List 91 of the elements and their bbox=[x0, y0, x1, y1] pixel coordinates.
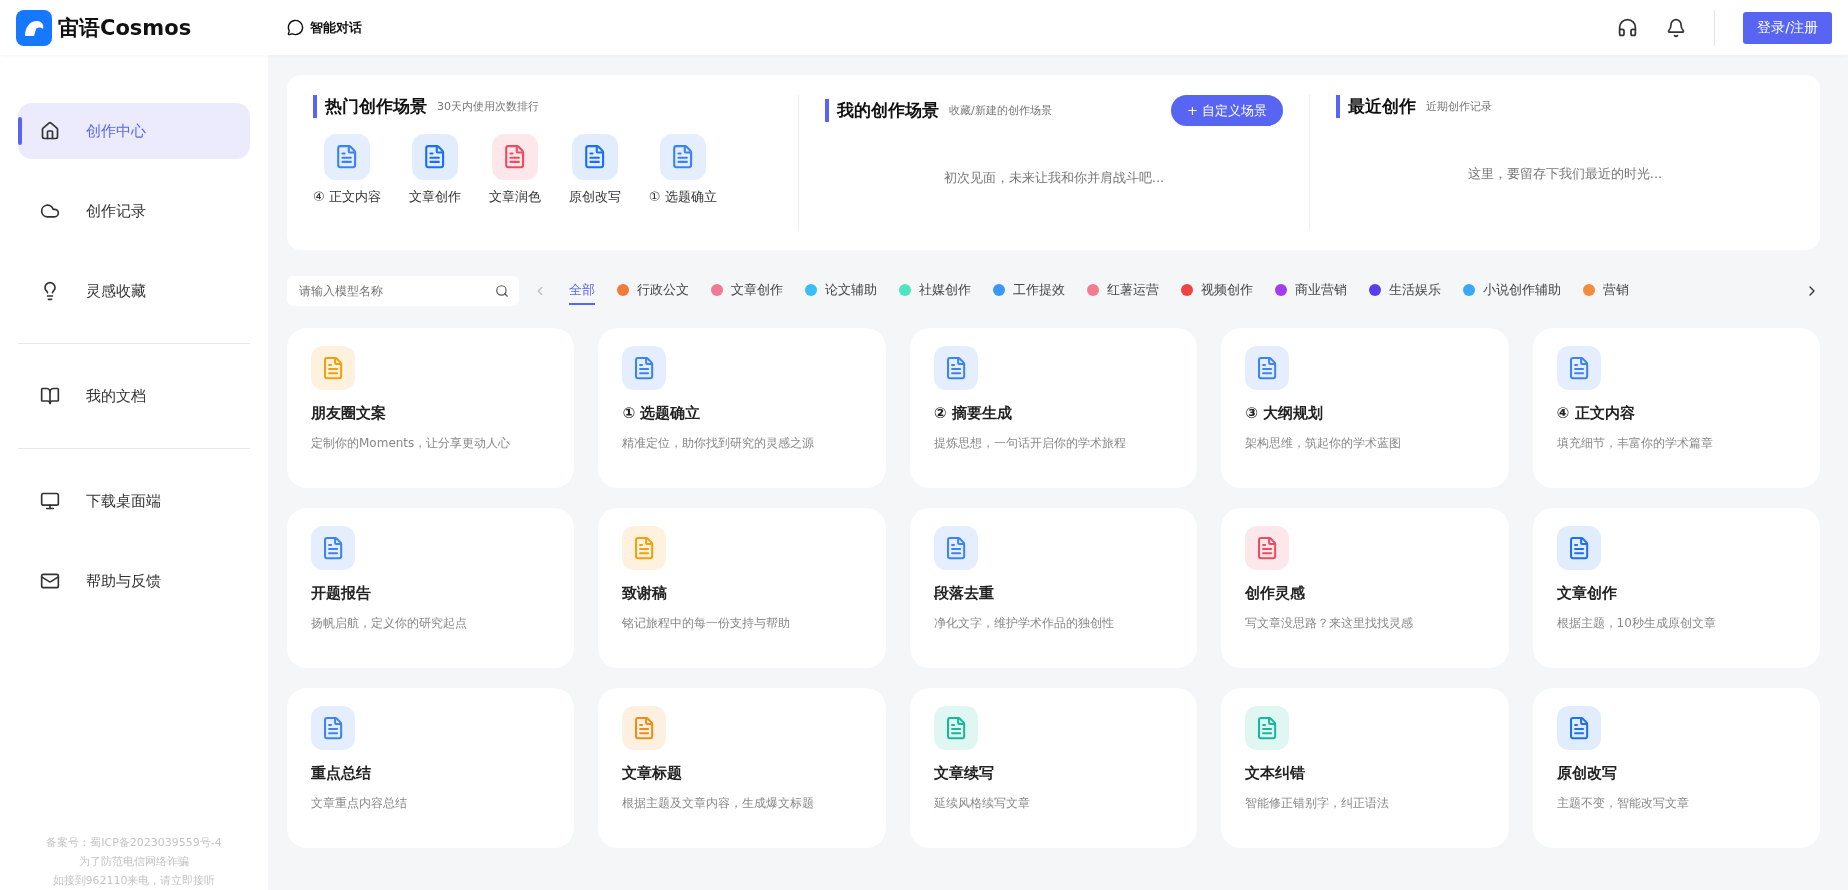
scene-card[interactable]: 致谢稿 铭记旅程中的每一份支持与帮助 bbox=[598, 508, 886, 668]
scene-shortcut[interactable]: ① 选题确立 bbox=[648, 134, 717, 206]
envelope-icon bbox=[40, 571, 60, 591]
scene-card[interactable]: 文本纠错 智能修正错别字，纠正语法 bbox=[1221, 688, 1509, 848]
home-icon bbox=[40, 121, 60, 141]
custom-scene-button[interactable]: + 自定义场景 bbox=[1170, 95, 1283, 126]
scene-card[interactable]: 文章创作 根据主题，10秒生成原创文章 bbox=[1532, 508, 1820, 668]
card-title: 朋友圈文案 bbox=[311, 404, 387, 423]
search-field[interactable]: 请输入模型名称 bbox=[287, 276, 519, 306]
card-description: 净化文字，维护学术作品的独创性 bbox=[933, 615, 1115, 632]
scene-card[interactable]: 朋友圈文案 定制你的Moments，让分享更动人心 bbox=[287, 328, 575, 488]
category-tab[interactable]: 全部 bbox=[569, 277, 595, 305]
sidebar-item[interactable]: 我的文档 bbox=[18, 368, 250, 424]
scene-card[interactable]: 原创改写 主题不变，智能改写文章 bbox=[1532, 688, 1820, 848]
scene-card[interactable]: 重点总结 文章重点内容总结 bbox=[287, 688, 575, 848]
scene-card[interactable]: ③ 大纲规划 架构思维，筑起你的学术蓝图 bbox=[1221, 328, 1509, 488]
card-title: ② 摘要生成 bbox=[933, 404, 1013, 423]
scene-card[interactable]: ② 摘要生成 提炼思想，一句话开启你的学术旅程 bbox=[909, 328, 1198, 488]
sidebar-item[interactable]: 帮助与反馈 bbox=[18, 553, 250, 609]
card-description: 定制你的Moments，让分享更动人心 bbox=[311, 435, 512, 452]
category-tab[interactable]: 红薯运营 bbox=[1087, 277, 1159, 305]
section-title: 我的创作场景 bbox=[825, 99, 939, 122]
card-title: 创作灵感 bbox=[1245, 584, 1307, 603]
sidebar-item[interactable]: 下载桌面端 bbox=[18, 473, 250, 529]
scene-card[interactable]: 段落去重 净化文字，维护学术作品的独创性 bbox=[909, 508, 1198, 668]
empty-message: 初次见面，未来让我和你并肩战斗吧... bbox=[943, 169, 1165, 187]
card-description: 写文章没思路？来这里找找灵感 bbox=[1245, 615, 1415, 632]
category-tab[interactable]: 视频创作 bbox=[1181, 277, 1253, 305]
chat-nav-link[interactable]: 智能对话 bbox=[283, 14, 367, 41]
card-title: ① 选题确立 bbox=[622, 404, 702, 423]
card-title: 原创改写 bbox=[1556, 764, 1618, 783]
login-button[interactable]: 登录/注册 bbox=[1743, 11, 1832, 44]
category-tab[interactable]: 社媒创作 bbox=[899, 277, 971, 305]
card-title: 重点总结 bbox=[311, 764, 372, 783]
scene-shortcut[interactable]: 原创改写 bbox=[568, 134, 621, 206]
card-title: ③ 大纲规划 bbox=[1245, 404, 1325, 423]
card-description: 铭记旅程中的每一份支持与帮助 bbox=[622, 615, 792, 632]
chat-bubble-icon bbox=[287, 19, 305, 36]
scene-card[interactable]: 开题报告 扬帆启航，定义你的研究起点 bbox=[287, 508, 575, 668]
section-title: 最近创作 bbox=[1336, 95, 1416, 118]
card-description: 填充细节，丰富你的学术篇章 bbox=[1556, 435, 1714, 452]
card-title: 文章续写 bbox=[933, 764, 995, 783]
sidebar-item[interactable]: 创作记录 bbox=[18, 183, 250, 239]
monitor-icon bbox=[40, 491, 60, 511]
category-tab[interactable]: 文章创作 bbox=[711, 277, 783, 305]
card-title: 文章标题 bbox=[622, 764, 684, 783]
logo-icon bbox=[16, 9, 52, 46]
card-description: 扬帆启航，定义你的研究起点 bbox=[311, 615, 468, 632]
book-icon bbox=[40, 386, 60, 406]
section-subtitle: 近期创作记录 bbox=[1426, 99, 1492, 114]
card-description: 架构思维，筑起你的学术蓝图 bbox=[1245, 435, 1403, 452]
scene-shortcut[interactable]: 文章创作 bbox=[408, 134, 461, 206]
card-title: 开题报告 bbox=[311, 584, 372, 603]
scene-shortcut[interactable]: 文章润色 bbox=[488, 134, 541, 206]
sidebar-item[interactable]: 创作中心 bbox=[18, 103, 250, 159]
card-description: 延续风格续写文章 bbox=[933, 795, 1031, 812]
section-title: 热门创作场景 bbox=[313, 95, 427, 118]
scene-card[interactable]: 文章续写 延续风格续写文章 bbox=[909, 688, 1198, 848]
scene-shortcut[interactable]: ④ 正文内容 bbox=[313, 134, 381, 206]
card-description: 提炼思想，一句话开启你的学术旅程 bbox=[933, 435, 1127, 452]
sidebar-item[interactable]: 灵感收藏 bbox=[18, 263, 250, 319]
card-title: 段落去重 bbox=[933, 584, 995, 603]
card-title: 致谢稿 bbox=[622, 584, 669, 603]
category-tab[interactable]: 营销 bbox=[1583, 277, 1629, 305]
card-description: 精准定位，助你找到研究的灵感之源 bbox=[622, 435, 816, 452]
card-title: ④ 正文内容 bbox=[1556, 404, 1636, 423]
bell-icon[interactable] bbox=[1666, 17, 1687, 38]
category-tab[interactable]: 工作提效 bbox=[993, 277, 1065, 305]
section-subtitle: 收藏/新建的创作场景 bbox=[949, 103, 1052, 118]
headphones-icon[interactable] bbox=[1617, 17, 1639, 38]
scene-card[interactable]: 文章标题 根据主题及文章内容，生成爆文标题 bbox=[598, 688, 886, 848]
category-tab[interactable]: 小说创作辅助 bbox=[1463, 277, 1561, 305]
search-icon bbox=[495, 284, 509, 298]
scene-card[interactable]: ④ 正文内容 填充细节，丰富你的学术篇章 bbox=[1532, 328, 1820, 488]
category-tab[interactable]: 生活娱乐 bbox=[1369, 277, 1441, 305]
category-tab[interactable]: 论文辅助 bbox=[805, 277, 877, 305]
card-title: 文本纠错 bbox=[1245, 764, 1307, 783]
empty-message: 这里，要留存下我们最近的时光... bbox=[1467, 165, 1663, 183]
card-description: 根据主题，10秒生成原创文章 bbox=[1556, 615, 1717, 632]
card-description: 根据主题及文章内容，生成爆文标题 bbox=[622, 795, 816, 812]
card-description: 文章重点内容总结 bbox=[311, 795, 408, 812]
category-tab[interactable]: 行政公文 bbox=[617, 277, 689, 305]
card-description: 智能修正错别字，纠正语法 bbox=[1245, 795, 1391, 812]
card-title: 文章创作 bbox=[1556, 584, 1618, 603]
card-description: 主题不变，智能改写文章 bbox=[1556, 795, 1690, 812]
scene-card[interactable]: ① 选题确立 精准定位，助你找到研究的灵感之源 bbox=[598, 328, 886, 488]
section-subtitle: 30天内使用次数排行 bbox=[437, 99, 539, 114]
scene-card[interactable]: 创作灵感 写文章没思路？来这里找找灵感 bbox=[1221, 508, 1509, 668]
brand-name: 宙语Cosmos bbox=[58, 14, 192, 42]
cloud-icon bbox=[40, 201, 60, 221]
category-tab[interactable]: 商业营销 bbox=[1275, 277, 1347, 305]
